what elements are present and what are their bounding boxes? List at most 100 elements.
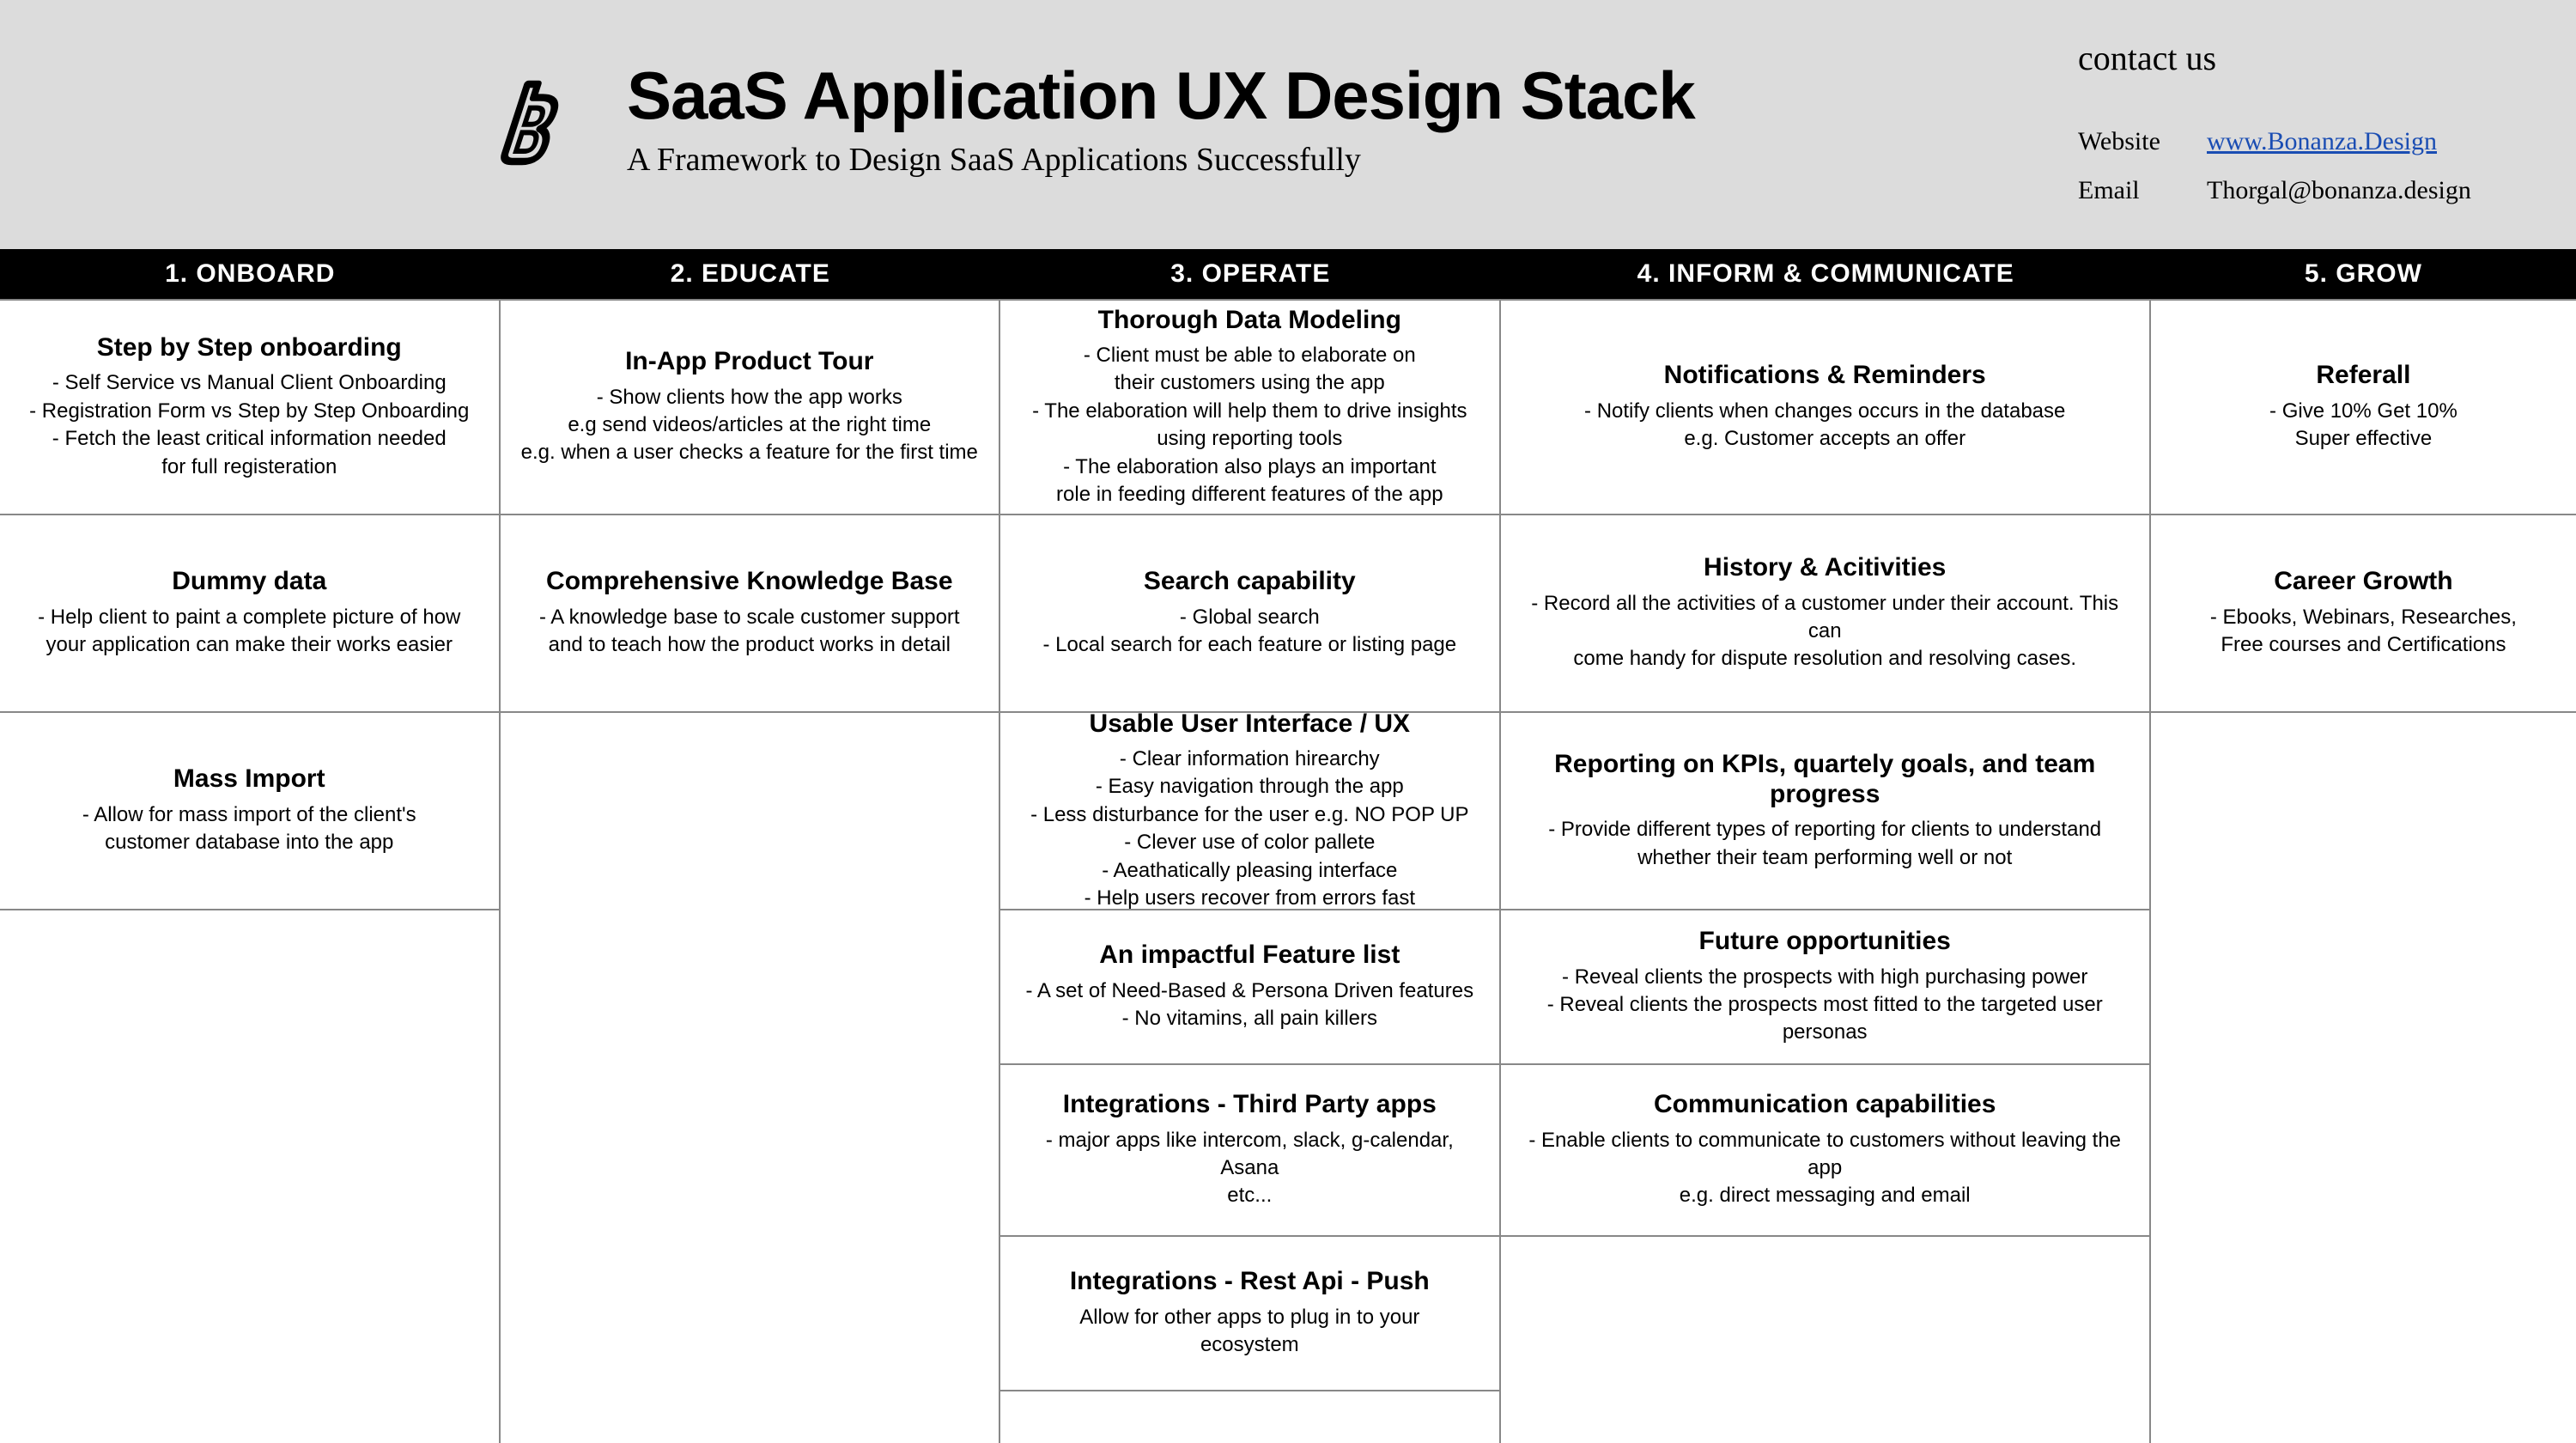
cell-line: - Global search [1019,604,1480,631]
column: In-App Product Tour- Show clients how th… [501,301,1001,1443]
cell-line: come handy for dispute resolution and re… [1520,645,2130,673]
column: Referall- Give 10% Get 10%Super effectiv… [2151,301,2576,1443]
column-header: 2. EDUCATE [501,259,1001,289]
cell-title: Search capability [1019,567,1480,597]
framework-cell: Integrations - Third Party apps - major a… [1000,1065,1499,1237]
cell-line: e.g. when a user checks a feature for th… [519,439,981,466]
contact-website-label: Website [2078,117,2207,166]
cell-line: Allow for other apps to plug in to your [1019,1304,1480,1331]
empty-cell [0,910,499,1443]
framework-cell: Search capability - Global search- Local … [1000,515,1499,713]
cell-line: - Local search for each feature or listi… [1019,631,1480,659]
cell-title: Usable User Interface / UX [1019,709,1480,740]
cell-line: - A knowledge base to scale customer sup… [519,604,981,631]
cell-line: - Enable clients to communicate to custo… [1520,1127,2130,1183]
framework-cell: Usable User Interface / UX- Clear inform… [1000,713,1499,910]
framework-cell: Referall- Give 10% Get 10%Super effectiv… [2151,301,2576,515]
cell-line: - Ebooks, Webinars, Researches, [2170,604,2557,631]
cell-line: - Clever use of color pallete [1019,829,1480,856]
framework-cell: Dummy data- Help client to paint a compl… [0,515,499,713]
page-subtitle: A Framework to Design SaaS Applications … [627,141,2078,179]
framework-cell: Thorough Data Modeling- Client must be a… [1000,301,1499,515]
column-header: 3. OPERATE [1000,259,1501,289]
cell-line: ecosystem [1019,1331,1480,1359]
cell-line: - No vitamins, all pain killers [1019,1005,1480,1032]
cell-line: and to teach how the product works in de… [519,631,981,659]
cell-line: e.g. Customer accepts an offer [1520,425,2130,453]
framework-cell: Future opportunities - Reveal clients the… [1501,910,2149,1065]
cell-title: Notifications & Reminders [1520,361,2130,391]
contact-email-label: Email [2078,166,2207,215]
cell-title: Reporting on KPIs, quartely goals, and t… [1520,750,2130,809]
column-header: 5. GROW [2151,259,2576,289]
cell-title: Comprehensive Knowledge Base [519,567,981,597]
cell-line: e.g. direct messaging and email [1520,1182,2130,1209]
contact-section: contact us Website www.Bonanza.Design Em… [2078,26,2524,215]
page-title: SaaS Application UX Design Stack [627,62,2078,129]
empty-cell [501,713,999,1443]
cell-line: - Self Service vs Manual Client Onboardi… [19,369,480,397]
cell-line: - Less disturbance for the user e.g. NO … [1019,801,1480,829]
framework-cell: Communication capabilities- Enable clien… [1501,1065,2149,1237]
framework-grid: Step by Step onboarding- Self Service vs… [0,299,2576,1443]
framework-cell: Comprehensive Knowledge Base - A knowledg… [501,515,999,713]
cell-line: - The elaboration will help them to driv… [1019,398,1480,425]
cell-line: customer database into the app [19,829,480,856]
framework-cell: In-App Product Tour- Show clients how th… [501,301,999,515]
cell-line: your application can make their works ea… [19,631,480,659]
cell-line: for full registeration [19,454,480,481]
cell-title: History & Acitivities [1520,553,2130,583]
empty-cell [1501,1237,2149,1443]
cell-title: Dummy data [19,567,480,597]
contact-heading: contact us [2078,26,2524,91]
cell-line: - Record all the activities of a custome… [1520,590,2130,646]
column: Step by Step onboarding- Self Service vs… [0,301,501,1443]
cell-line: - Fetch the least critical information n… [19,425,480,453]
cell-line: - A set of Need-Based & Persona Driven f… [1019,977,1480,1005]
cell-line: role in feeding different features of th… [1019,481,1480,508]
logo-icon [481,64,592,176]
cell-title: Integrations - Third Party apps [1019,1090,1480,1120]
contact-website-link[interactable]: www.Bonanza.Design [2207,117,2437,166]
cell-line: - Reveal clients the prospects with high… [1520,964,2130,991]
framework-cell: An impactful Feature list- A set of Need… [1000,910,1499,1065]
column: Notifications & Reminders - Notify client… [1501,301,2151,1443]
column-header: 1. ONBOARD [0,259,501,289]
column-headers: 1. ONBOARD2. EDUCATE3. OPERATE4. INFORM … [0,249,2576,299]
contact-email-value: Thorgal@bonanza.design [2207,166,2471,215]
framework-cell: Notifications & Reminders - Notify client… [1501,301,2149,515]
cell-title: Thorough Data Modeling [1019,306,1480,336]
header: SaaS Application UX Design Stack A Frame… [0,0,2576,249]
cell-line: - Give 10% Get 10% [2170,398,2557,425]
framework-cell: Mass Import- Allow for mass import of th… [0,713,499,910]
cell-line: Free courses and Certifications [2170,631,2557,659]
empty-cell [2151,713,2576,1443]
cell-line: - Help users recover from errors fast [1019,885,1480,912]
column: Thorough Data Modeling- Client must be a… [1000,301,1501,1443]
cell-title: Integrations - Rest Api - Push [1019,1267,1480,1297]
cell-line: - Registration Form vs Step by Step Onbo… [19,398,480,425]
framework-cell: Reporting on KPIs, quartely goals, and t… [1501,713,2149,910]
cell-title: Future opportunities [1520,927,2130,957]
cell-line: etc... [1019,1182,1480,1209]
framework-cell: History & Acitivities - Record all the ac… [1501,515,2149,713]
cell-line: whether their team performing well or no… [1520,844,2130,872]
framework-cell: Step by Step onboarding- Self Service vs… [0,301,499,515]
cell-line: using reporting tools [1019,425,1480,453]
framework-cell: Integrations - Rest Api - Push Allow for … [1000,1237,1499,1391]
cell-line: - Aeathatically pleasing interface [1019,857,1480,885]
cell-line: - Allow for mass import of the client's [19,801,480,829]
cell-line: e.g send videos/articles at the right ti… [519,411,981,439]
cell-line: - major apps like intercom, slack, g-cal… [1019,1127,1480,1183]
cell-title: In-App Product Tour [519,347,981,377]
column-header: 4. INFORM & COMMUNICATE [1501,259,2151,289]
cell-line: their customers using the app [1019,369,1480,397]
cell-title: Career Growth [2170,567,2557,597]
cell-line: - Provide different types of reporting f… [1520,816,2130,843]
cell-line: - Clear information hirearchy [1019,746,1480,773]
framework-cell: Career Growth - Ebooks, Webinars, Researc… [2151,515,2576,713]
cell-line: - Reveal clients the prospects most fitt… [1520,991,2130,1047]
cell-title: Referall [2170,361,2557,391]
cell-line: - Notify clients when changes occurs in … [1520,398,2130,425]
cell-line: - The elaboration also plays an importan… [1019,454,1480,481]
